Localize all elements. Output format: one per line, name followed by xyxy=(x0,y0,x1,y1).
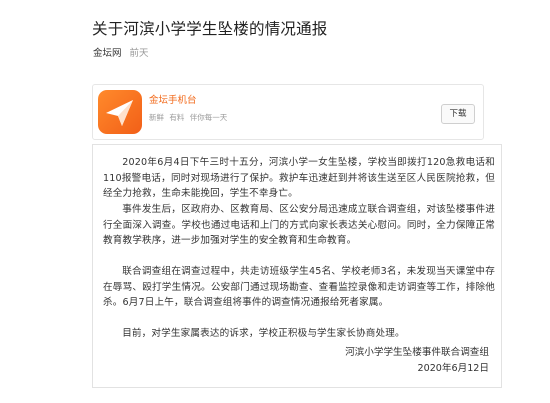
app-tagline: 新鲜 有料 伴你每一天 xyxy=(149,112,230,123)
notice-paragraph: 事件发生后，区政府办、区教育局、区公安分局迅速成立联合调查组，对该坠楼事件进行全… xyxy=(103,204,495,246)
app-name: 金坛手机台 xyxy=(149,95,197,106)
paper-plane-icon xyxy=(98,90,142,134)
notice-paragraph: 联合调查组在调查过程中，共走访班级学生45名、学校老师3名，未发现当天课堂中存在… xyxy=(103,266,495,308)
notice-body: 2020年6月4日下午三时十五分，河滨小学一女生坠楼，学校当即拨打120急救电话… xyxy=(93,145,503,389)
notice-signature: 河滨小学学生坠楼事件联合调查组 xyxy=(345,347,489,358)
app-tag: 伴你每一天 xyxy=(189,113,228,122)
notice-date: 2020年6月12日 xyxy=(417,363,489,374)
notice-image: 2020年6月4日下午三时十五分，河滨小学一女生坠楼，学校当即拨打120急救电话… xyxy=(92,144,502,388)
notice-paragraph: 2020年6月4日下午三时十五分，河滨小学一女生坠楼，学校当即拨打120急救电话… xyxy=(103,157,495,199)
publish-time: 前天 xyxy=(129,48,149,59)
article-source[interactable]: 金坛网 xyxy=(93,48,122,59)
app-tag: 新鲜 xyxy=(149,113,164,122)
app-tag: 有料 xyxy=(169,113,185,122)
notice-paragraph: 目前，对学生家属表达的诉求，学校正积极与学生家长协商处理。 xyxy=(122,328,405,339)
app-download-banner[interactable]: 金坛手机台 新鲜 有料 伴你每一天 下载 xyxy=(92,84,484,140)
article-meta: 金坛网 前天 xyxy=(93,47,149,61)
download-button[interactable]: 下载 xyxy=(441,104,475,124)
page-title: 关于河滨小学学生坠楼的情况通报 xyxy=(92,20,328,38)
